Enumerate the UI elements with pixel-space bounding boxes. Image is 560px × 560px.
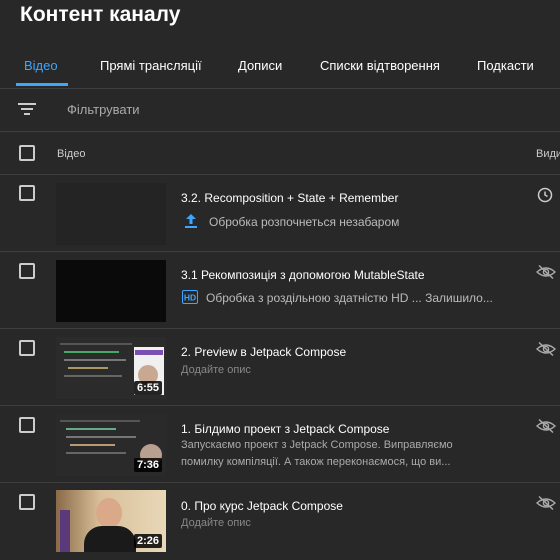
tab-playlists[interactable]: Списки відтворення (320, 58, 440, 73)
eye-off-icon[interactable] (536, 264, 556, 280)
tab-bar: Відео Прямі трансляції Дописи Списки від… (0, 52, 560, 89)
eye-off-icon[interactable] (536, 495, 556, 511)
video-title[interactable]: 1. Білдимо проект з Jetpack Compose (181, 422, 389, 436)
video-title[interactable]: 3.2. Recomposition + State + Remember (181, 191, 398, 205)
clock-icon[interactable] (536, 187, 556, 203)
table-row[interactable]: 7:36 1. Білдимо проект з Jetpack Compose… (0, 406, 560, 483)
row-checkbox[interactable] (19, 494, 35, 510)
video-thumbnail[interactable]: 7:36 (56, 414, 166, 476)
video-thumbnail[interactable] (56, 183, 166, 245)
row-checkbox[interactable] (19, 263, 35, 279)
svg-text:HD: HD (184, 293, 196, 303)
table-row[interactable]: 3.1 Рекомпозиція з допомогою MutableStat… (0, 252, 560, 329)
tab-videos[interactable]: Відео (24, 58, 58, 73)
page-title: Контент каналу (20, 3, 181, 26)
tab-posts[interactable]: Дописи (238, 58, 282, 73)
table-row[interactable]: 6:55 2. Preview в Jetpack Compose Додайт… (0, 329, 560, 406)
video-thumbnail[interactable]: 2:26 (56, 490, 166, 552)
video-description: Додайте опис (181, 364, 251, 376)
video-thumbnail[interactable]: 6:55 (56, 337, 166, 399)
column-header-video: Відео (57, 148, 86, 160)
table-header: Відео Видимість (0, 132, 560, 175)
video-title[interactable]: 3.1 Рекомпозиція з допомогою MutableStat… (181, 268, 425, 282)
row-checkbox[interactable] (19, 340, 35, 356)
table-row[interactable]: 3.2. Recomposition + State + Remember Об… (0, 175, 560, 252)
video-description: Додайте опис (181, 517, 251, 529)
hd-icon: HD (182, 290, 198, 304)
video-title[interactable]: 2. Preview в Jetpack Compose (181, 345, 346, 359)
filter-icon[interactable] (18, 101, 36, 117)
video-thumbnail[interactable] (56, 260, 166, 322)
eye-off-icon[interactable] (536, 418, 556, 434)
processing-status: Обробка розпочнеться незабаром (209, 215, 400, 229)
table-row[interactable]: 2:26 0. Про курс Jetpack Compose Додайте… (0, 483, 560, 560)
upload-icon (185, 214, 197, 228)
column-header-visibility: Видимість (536, 148, 560, 160)
video-description: Запускаємо проект з Jetpack Compose. Вип… (181, 439, 453, 468)
tab-live[interactable]: Прямі трансляції (100, 58, 202, 73)
processing-status: Обробка з роздільною здатністю HD ... За… (206, 291, 493, 305)
filter-bar: Фільтрувати (0, 89, 560, 132)
tab-podcasts[interactable]: Подкасти (477, 58, 534, 73)
video-duration: 2:26 (133, 534, 162, 548)
video-title[interactable]: 0. Про курс Jetpack Compose (181, 499, 343, 513)
active-tab-indicator (16, 83, 68, 86)
row-checkbox[interactable] (19, 417, 35, 433)
row-checkbox[interactable] (19, 185, 35, 201)
select-all-checkbox[interactable] (19, 145, 35, 161)
video-duration: 7:36 (133, 458, 162, 472)
filter-input[interactable]: Фільтрувати (67, 102, 140, 117)
eye-off-icon[interactable] (536, 341, 556, 357)
video-duration: 6:55 (133, 381, 162, 395)
